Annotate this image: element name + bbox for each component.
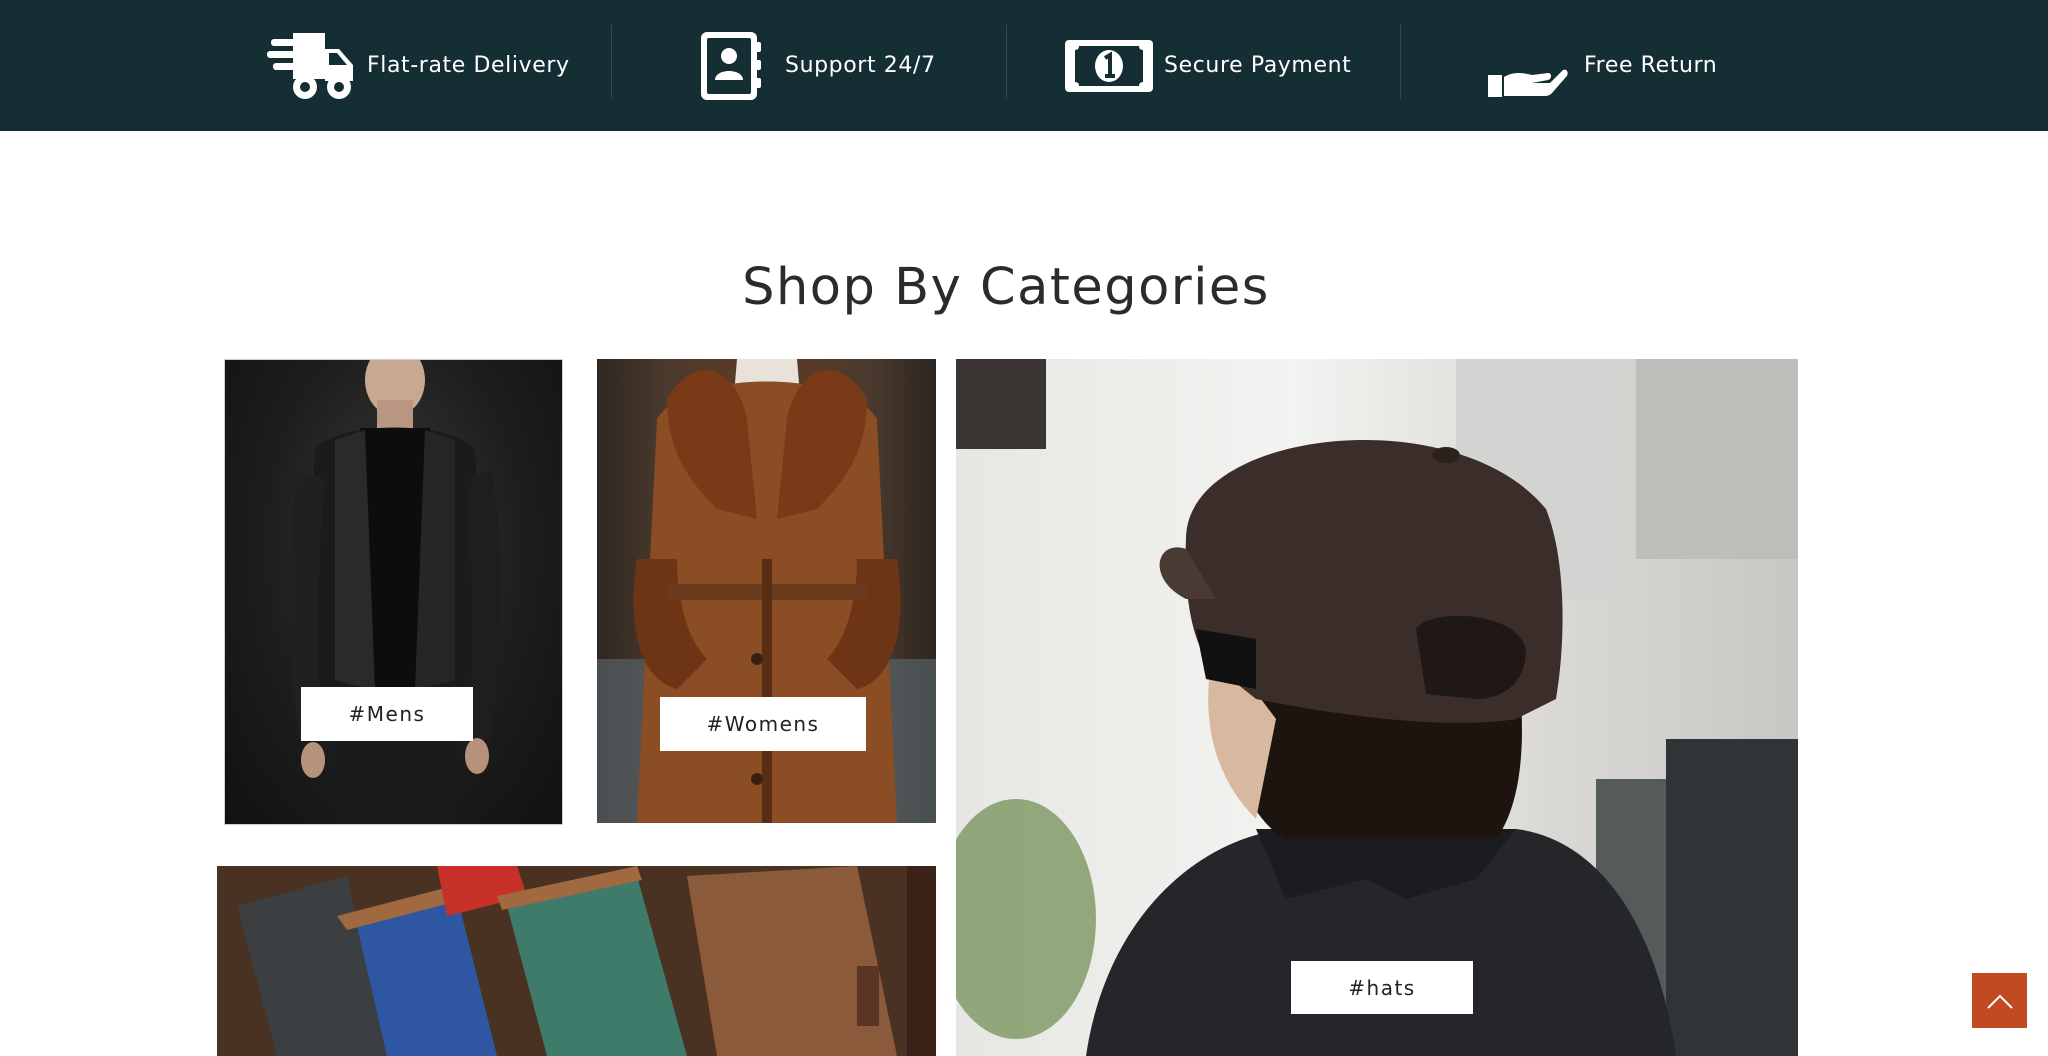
wallets-image <box>217 866 936 1056</box>
truck-icon <box>267 31 355 101</box>
category-tag-mens[interactable]: #Mens <box>301 687 473 741</box>
category-tile-womens[interactable]: #Womens <box>597 359 936 823</box>
feature-delivery-label: Flat-rate Delivery <box>367 53 570 78</box>
category-tile-wallets[interactable] <box>217 866 936 1056</box>
money-bill-icon <box>1065 38 1153 94</box>
category-tile-mens[interactable]: #Mens <box>224 359 563 825</box>
feature-payment: Secure Payment <box>1065 0 1351 131</box>
feature-support-label: Support 24/7 <box>785 53 936 78</box>
womens-coat-image <box>597 359 936 823</box>
category-tag-hats[interactable]: #hats <box>1291 961 1473 1014</box>
chevron-up-icon <box>1986 992 2014 1010</box>
feature-bar: Flat-rate Delivery Support 24/7 Secure P… <box>0 0 2048 131</box>
divider <box>1006 25 1007 99</box>
feature-return: Free Return <box>1488 0 1717 131</box>
contact-book-icon <box>699 30 761 102</box>
hats-cap-image <box>956 359 1798 1056</box>
feature-return-label: Free Return <box>1584 53 1718 78</box>
section-title: Shop By Categories <box>742 258 1270 317</box>
feature-payment-label: Secure Payment <box>1164 53 1352 78</box>
feature-delivery: Flat-rate Delivery <box>267 0 570 131</box>
back-to-top-button[interactable] <box>1972 973 2027 1028</box>
mens-jacket-image <box>289 360 501 824</box>
feature-support: Support 24/7 <box>699 0 936 131</box>
category-tile-hats[interactable]: #hats <box>956 359 1798 1056</box>
divider <box>1400 25 1401 99</box>
hand-icon <box>1488 31 1568 101</box>
category-tag-womens[interactable]: #Womens <box>660 697 866 751</box>
divider <box>611 25 612 99</box>
